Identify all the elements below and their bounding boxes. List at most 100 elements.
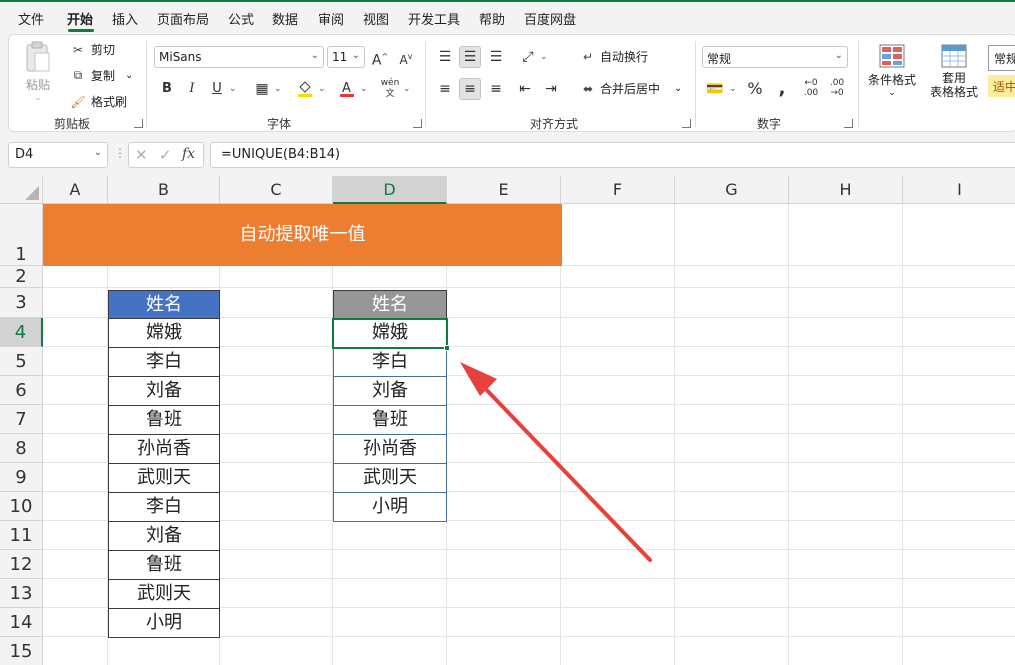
menu-file[interactable]: 文件 [18,9,44,28]
cut-icon: ✂ [72,42,84,57]
menu-view[interactable]: 视图 [363,9,389,28]
ribbon-panel: 粘贴 ⌄ ✂ 剪切 ⧉ 复制 ⌄ 🖌 格式刷 剪贴板 MiSans ⌄ 11 ⌄… [8,34,1015,132]
orientation-icon[interactable]: ⤢ [517,46,539,68]
cell-style-neutral[interactable]: 适中 [988,75,1015,97]
chevron-down-icon[interactable]: ⌄ [540,52,548,62]
paste-icon [26,41,50,72]
font-size-select[interactable]: 11 ⌄ [327,46,365,68]
format-as-table-button[interactable]: 套用 表格格式 [921,43,987,99]
merge-center-icon: ⬌ [582,81,594,96]
paste-button[interactable]: 粘贴 ⌄ [23,41,53,103]
group-separator [146,41,147,127]
chevron-down-icon[interactable]: ⌄ [729,84,737,94]
align-right-icon[interactable]: ≡ [485,78,507,100]
menu-insert[interactable]: 插入 [112,9,138,28]
dialog-launcher-icon[interactable] [844,119,853,128]
align-top-icon[interactable]: ☰ [434,46,456,68]
alignment-group-label: 对齐方式 [529,117,578,131]
font-name-select[interactable]: MiSans ⌄ [154,46,324,68]
chevron-down-icon: ⌄ [834,50,843,61]
number-format-value: 常规 [707,52,732,66]
formula-input[interactable]: =UNIQUE(B4:B14) [210,142,1015,168]
decrease-decimal-icon[interactable]: .00 →0 [826,78,848,100]
underline-button[interactable]: U [206,78,228,100]
menu-formulas[interactable]: 公式 [228,9,254,28]
phonetic-icon[interactable]: wén 文 [379,78,401,100]
chevron-down-icon[interactable]: ⌄ [403,84,411,94]
copy-label: 复制 [91,69,116,83]
conditional-format-button[interactable]: 条件格式 ⌄ [861,43,923,98]
enter-icon[interactable]: ✓ [159,146,172,164]
group-separator [858,41,859,127]
conditional-format-label: 条件格式 [867,73,916,87]
wrap-text-icon: ↵ [582,49,594,64]
format-painter-button[interactable]: 🖌 格式刷 [69,93,127,110]
chevron-down-icon: ⌄ [888,88,896,98]
more-options-icon[interactable]: ⋮ [114,146,126,160]
cut-button[interactable]: ✂ 剪切 [69,41,115,58]
increase-decimal-icon[interactable]: ←0.00 [800,78,822,100]
border-icon[interactable]: ▦ [251,78,273,100]
worksheet-grid[interactable]: ABCDEFGHI 1 2 3 4 5 6 7 8 9 10 11 12 13 14 15 自动提取唯一值 … [0,176,1015,665]
bold-button[interactable]: B [156,78,178,100]
chevron-down-icon: ⌄ [310,50,319,61]
copy-caret-icon: ⌄ [125,70,134,81]
align-left-icon[interactable]: ≡ [434,78,456,100]
format-painter-icon: 🖌 [70,94,86,109]
wrap-text-button[interactable]: ↵ 自动换行 [579,48,648,65]
font-group-label: 字体 [266,117,291,131]
format-table-label-2: 表格格式 [929,85,978,99]
clipboard-group-label: 剪贴板 [53,117,90,131]
chevron-down-icon[interactable]: ⌄ [318,84,326,94]
align-middle-icon[interactable]: ☰ [459,46,481,68]
dialog-launcher-icon[interactable] [682,119,691,128]
font-name-value: MiSans [159,50,202,64]
menu-home[interactable]: 开始 [67,9,93,28]
copy-icon: ⧉ [73,68,83,82]
align-center-icon[interactable]: ≡ [459,78,481,100]
menu-data[interactable]: 数据 [272,9,298,28]
menu-developer[interactable]: 开发工具 [408,9,460,28]
name-box[interactable]: D4 ⌄ [8,142,108,168]
cell-style-normal[interactable]: 常规 [988,45,1015,71]
percent-icon[interactable]: % [744,78,766,100]
menu-review[interactable]: 审阅 [318,9,344,28]
comma-icon[interactable]: , [771,78,793,100]
formula-buttons: ✕ ✓ fx [128,142,204,168]
font-shrink-icon[interactable]: Av [395,46,417,68]
name-box-value: D4 [15,147,34,162]
menu-help[interactable]: 帮助 [479,9,505,28]
chevron-down-icon: ⌄ [93,147,102,158]
dialog-launcher-icon[interactable] [134,119,143,128]
chevron-down-icon: ⌄ [674,83,683,94]
number-group-label: 数字 [756,117,781,131]
arrow-annotation [460,362,652,562]
group-separator [695,41,696,127]
font-color-icon[interactable]: A [336,78,358,100]
align-bottom-icon[interactable]: ☰ [485,46,507,68]
copy-button[interactable]: ⧉ 复制 ⌄ [69,67,134,84]
increase-indent-icon[interactable]: ⇥ [540,78,562,100]
dialog-launcher-icon[interactable] [413,119,422,128]
italic-button[interactable]: I [181,78,203,100]
merge-center-button[interactable]: ⬌ 合并后居中 ⌄ [579,80,682,97]
chevron-down-icon[interactable]: ⌄ [229,84,237,94]
chevron-down-icon[interactable]: ⌄ [274,84,282,94]
menu-page-layout[interactable]: 页面布局 [157,9,209,28]
cancel-icon[interactable]: ✕ [135,146,148,164]
chevron-down-icon[interactable]: ⌄ [360,84,368,94]
currency-icon[interactable]: 💳 [704,78,726,100]
font-grow-icon[interactable]: A^ [369,46,391,69]
number-format-select[interactable]: 常规 ⌄ [702,46,848,68]
fill-color-icon[interactable] [294,78,316,100]
format-table-icon [941,44,967,68]
insert-function-button[interactable]: fx [182,146,195,162]
svg-text:A: A [342,81,351,96]
decrease-indent-icon[interactable]: ⇤ [514,78,536,100]
wrap-text-label: 自动换行 [600,50,649,64]
menu-baidu-netdisk[interactable]: 百度网盘 [524,9,576,28]
paste-label: 粘贴 [25,78,50,92]
paste-caret-icon: ⌄ [34,93,42,103]
menu-bar: 文件 开始 插入 页面布局 公式 数据 审阅 视图 开发工具 帮助 百度网盘 [0,0,1015,32]
conditional-format-icon [879,44,905,68]
